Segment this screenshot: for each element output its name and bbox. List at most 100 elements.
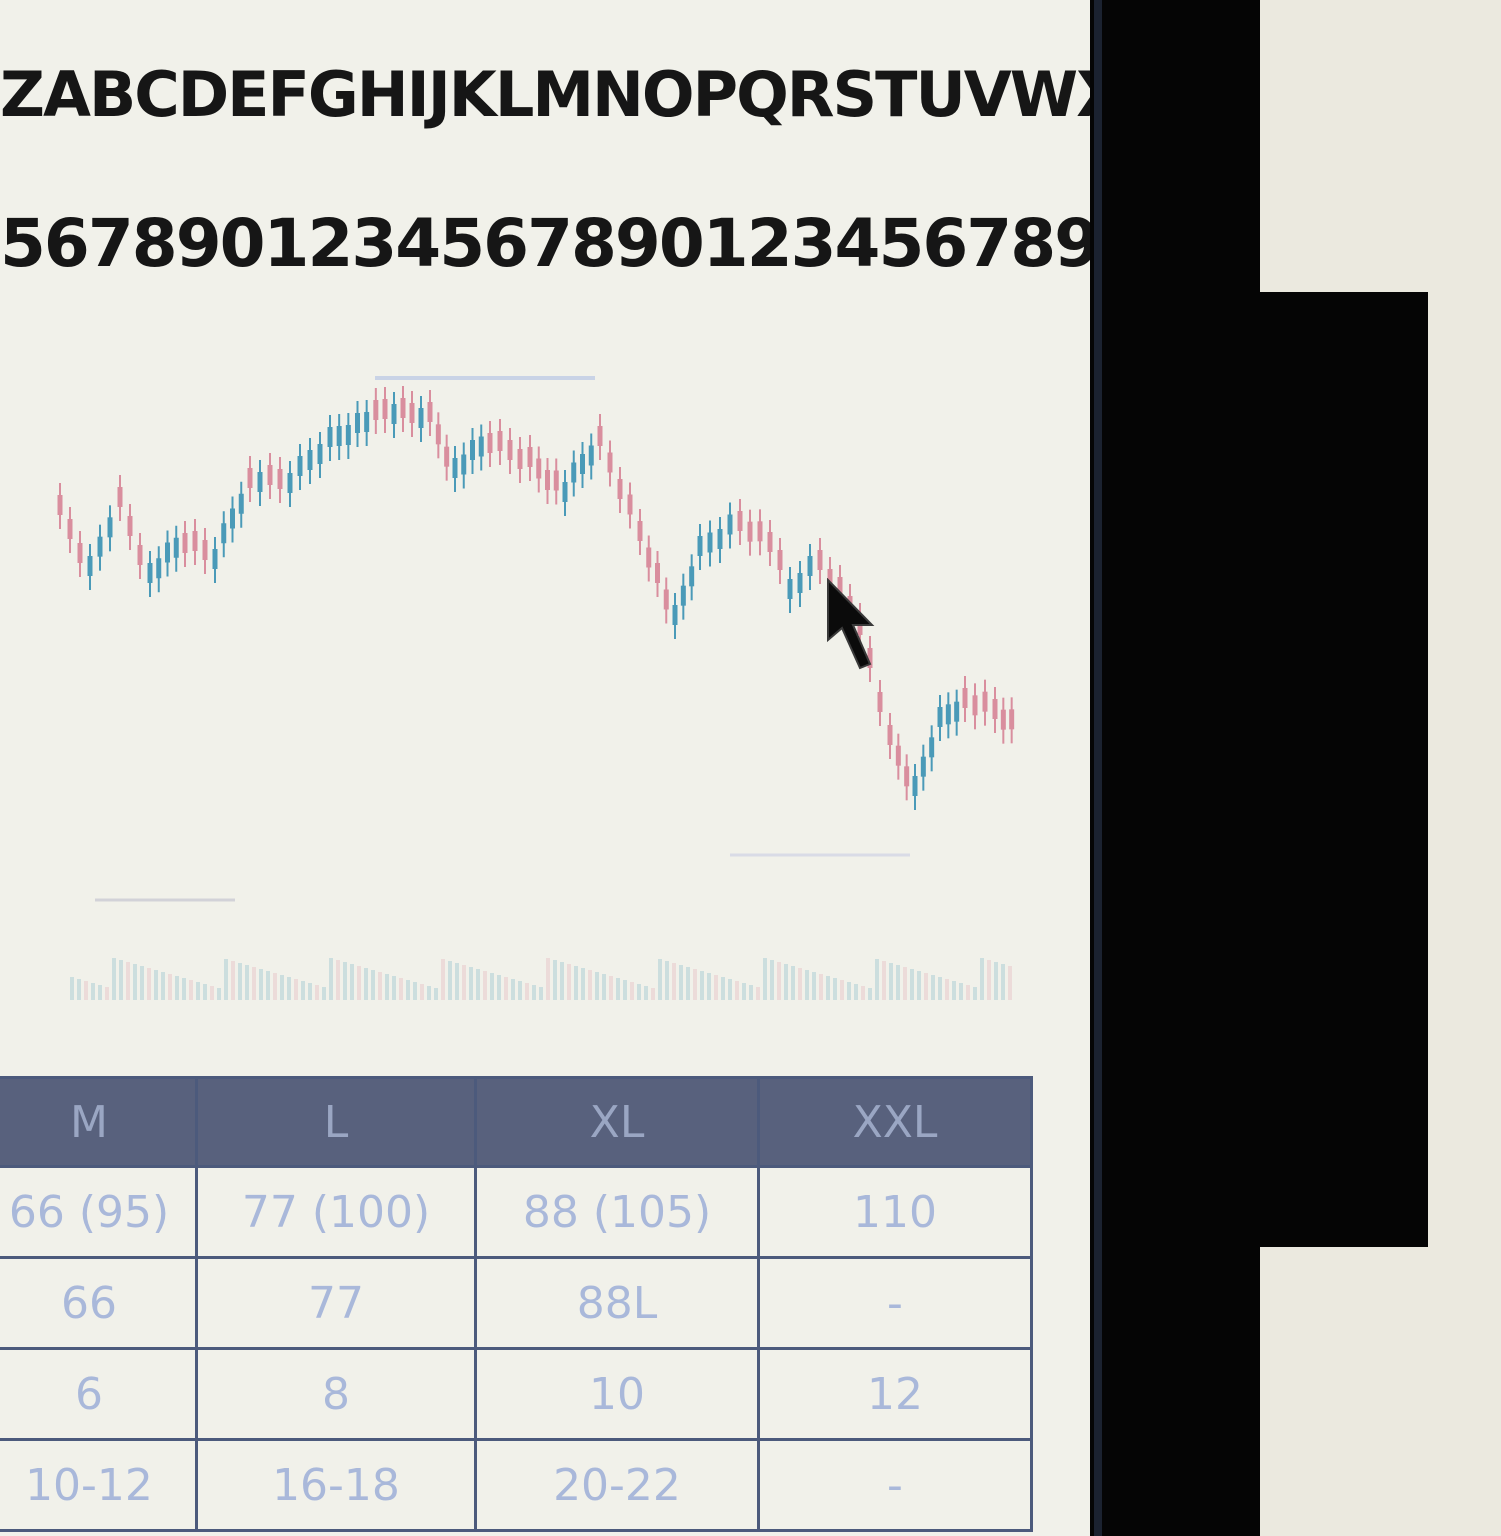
volume-bar [819, 974, 823, 1000]
candle-body [937, 707, 943, 727]
volume-bar [1008, 966, 1012, 1000]
volume-bar [525, 983, 529, 1000]
volume-bar [553, 960, 557, 1000]
volume-bar [588, 970, 592, 1000]
volume-bar [315, 985, 319, 1000]
volume-bar [147, 968, 151, 1000]
candle-body [697, 536, 703, 556]
volume-bar [994, 962, 998, 1000]
candle-body [655, 563, 660, 583]
volume-bar [672, 963, 676, 1000]
candle-body [507, 440, 513, 460]
candle-body [67, 519, 73, 539]
volume-bar [560, 962, 564, 1000]
volume-bar [133, 964, 137, 1000]
candle-body [427, 402, 433, 422]
monitor-screen: ZABCDEFGHIJKLMNOPQRSTUVWXYZ 567890123456… [0, 0, 1090, 1536]
volume-bar [700, 971, 704, 1000]
volume-bar [973, 987, 977, 1000]
candle-body [355, 413, 360, 433]
volume-bar [399, 978, 403, 1000]
volume-bar [875, 959, 879, 1000]
volume-bar [224, 959, 228, 1000]
volume-bar [826, 976, 830, 1000]
candle-body [992, 699, 998, 719]
candle-body [562, 482, 568, 502]
candle-body [663, 589, 669, 610]
monitor-bezel-edge [1094, 0, 1102, 1536]
volume-bar [483, 971, 487, 1000]
volume-bar [301, 981, 305, 1000]
candle-body [597, 426, 603, 446]
volume-bar [959, 983, 963, 1000]
volume-bar [546, 958, 550, 1000]
candle-body [580, 454, 585, 474]
candle-body [797, 573, 803, 593]
digits-sample-text: 567890123456789012345678901234567890 [0, 205, 1090, 282]
candle-body [336, 426, 342, 446]
candle-body [689, 566, 695, 587]
candle-body [545, 470, 550, 490]
volume-bar [798, 968, 802, 1000]
volume-bar [119, 960, 123, 1000]
candle-body [373, 400, 379, 420]
volume-bar [966, 985, 970, 1000]
volume-bar [287, 977, 291, 1000]
volume-bar [756, 987, 760, 1000]
table-cell: 88 (105) [474, 1165, 760, 1259]
volume-bar [602, 974, 606, 1000]
candle-body [257, 472, 263, 492]
volume-bar [308, 983, 312, 1000]
volume-bar [658, 959, 662, 1000]
volume-bar [217, 988, 221, 1000]
column-header: L [195, 1076, 477, 1168]
volume-bar [210, 986, 214, 1000]
volume-bar [945, 979, 949, 1000]
candle-body [817, 550, 823, 570]
volume-bar [259, 969, 263, 1000]
candle-body [444, 446, 450, 467]
volume-bar [203, 984, 207, 1000]
table-cell: 88L [474, 1256, 760, 1350]
volume-bar [91, 983, 95, 1000]
candle-body [127, 516, 133, 536]
table-cell: - [757, 1256, 1033, 1350]
volume-bar [651, 988, 655, 1000]
table-cell: 77 (100) [195, 1165, 477, 1259]
candle-body [97, 536, 103, 557]
candle-body [461, 454, 467, 475]
volume-bar [805, 970, 809, 1000]
volume-bar [623, 980, 627, 1000]
volume-bar [357, 966, 361, 1000]
volume-bar [161, 972, 165, 1000]
candle-body [517, 449, 523, 469]
volume-bar [266, 971, 270, 1000]
candle-body [607, 452, 613, 473]
candle-body [757, 521, 763, 542]
candle-body [77, 543, 83, 563]
candle-body [182, 533, 188, 553]
candle-body [409, 403, 415, 423]
volume-bar [567, 964, 571, 1000]
candle-body [173, 537, 179, 558]
volume-bar [777, 962, 781, 1000]
alphabet-sample-text: ZABCDEFGHIJKLMNOPQRSTUVWXYZ [0, 58, 1090, 131]
candle-body [277, 469, 283, 489]
candle-body [707, 532, 713, 553]
candle-body [1000, 709, 1006, 730]
candle-body [553, 470, 559, 491]
volume-bar [539, 987, 543, 1000]
volume-bar [763, 958, 767, 1000]
candle-body [267, 465, 273, 485]
volume-bar [273, 973, 277, 1000]
table-cell: 110 [757, 1165, 1033, 1259]
volume-bar [364, 968, 368, 1000]
volume-bar [784, 964, 788, 1000]
volume-bar [896, 965, 900, 1000]
volume-bar [98, 985, 102, 1000]
candle-body [247, 468, 253, 488]
volume-bar [693, 969, 697, 1000]
volume-bar [833, 978, 837, 1000]
volume-bar [854, 984, 858, 1000]
volume-bar [938, 977, 942, 1000]
